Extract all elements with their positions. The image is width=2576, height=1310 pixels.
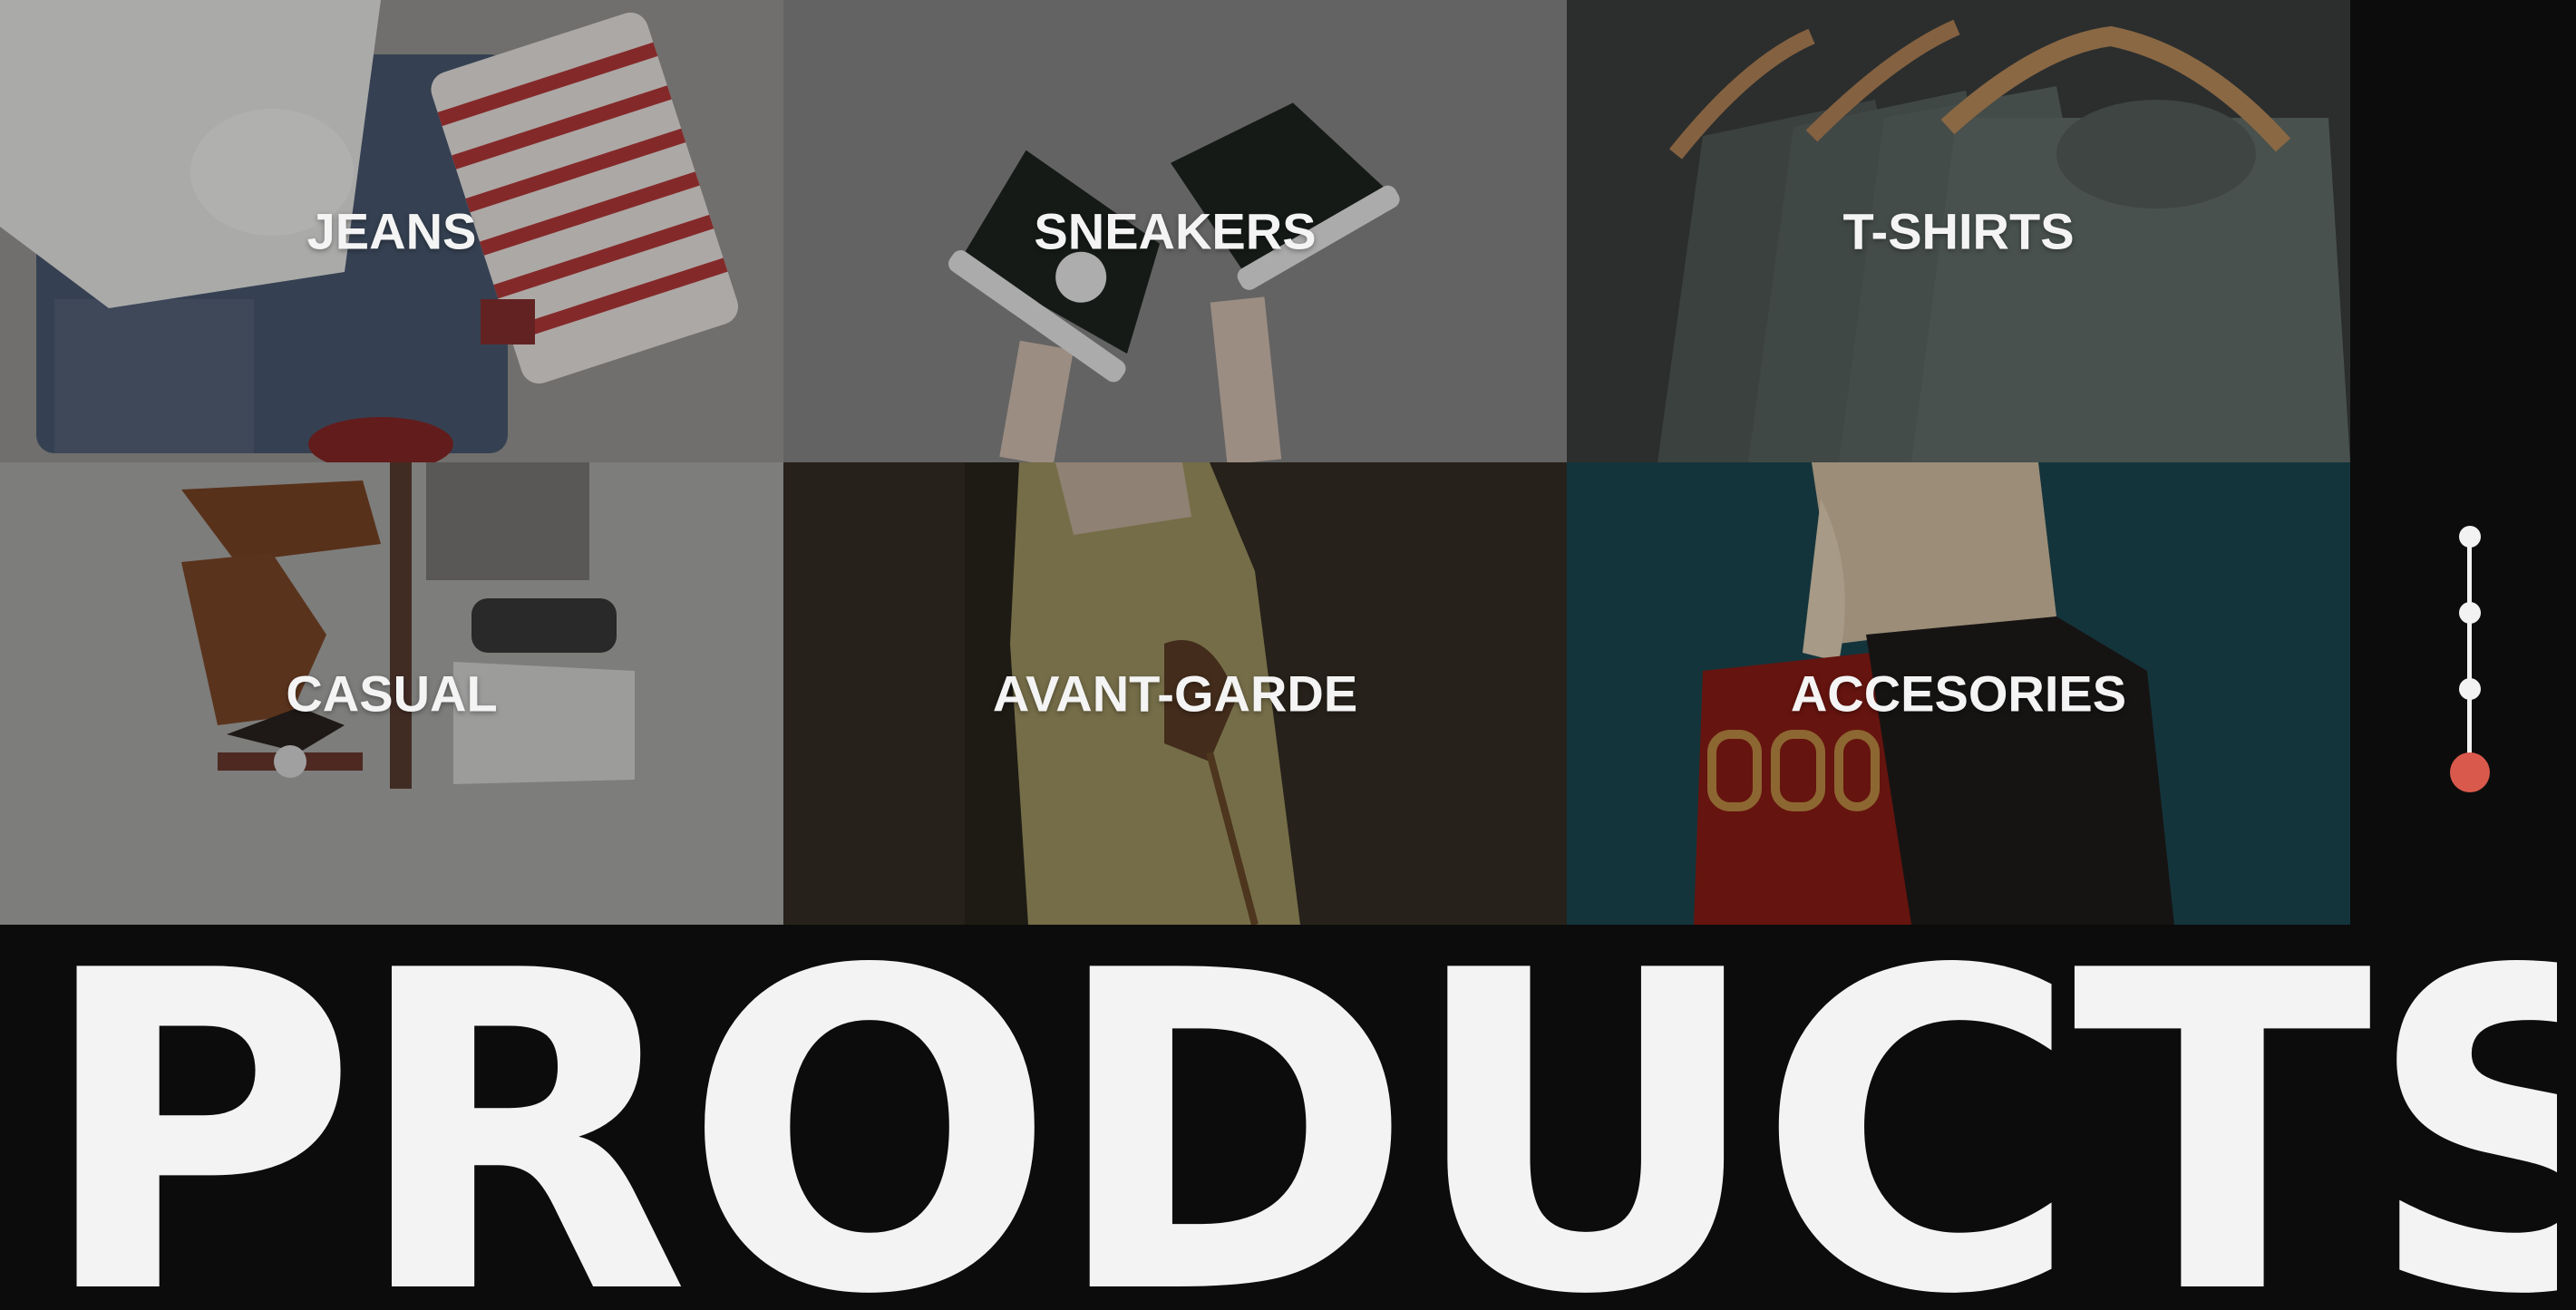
category-label-sneakers: SNEAKERS — [1034, 202, 1317, 260]
category-tile-accesories[interactable]: ACCESORIES — [1567, 462, 2350, 925]
category-label-accesories: ACCESORIES — [1790, 665, 2127, 723]
scroll-nav-track — [2467, 537, 2472, 772]
category-tile-tshirts[interactable]: T-SHIRTS — [1567, 0, 2350, 462]
category-tile-casual[interactable]: CASUAL — [0, 462, 783, 925]
scroll-nav-dot-1[interactable] — [2459, 526, 2481, 548]
category-label-tshirts: T-SHIRTS — [1842, 202, 2075, 260]
category-tile-jeans[interactable]: JEANS — [0, 0, 783, 462]
section-scroll-nav — [2448, 526, 2490, 798]
products-page: JEANS SNEAKERS T-SHIRTS CASUAL AVANT-GAR… — [0, 0, 2576, 1310]
page-title: PRODUCTS — [36, 916, 2557, 1310]
category-tile-sneakers[interactable]: SNEAKERS — [783, 0, 1567, 462]
scroll-nav-dot-3[interactable] — [2459, 678, 2481, 700]
scroll-nav-dot-4-active[interactable] — [2450, 752, 2490, 792]
category-label-avant-garde: AVANT-GARDE — [992, 665, 1358, 723]
category-label-casual: CASUAL — [286, 665, 498, 723]
category-tile-avant-garde[interactable]: AVANT-GARDE — [783, 462, 1567, 925]
scroll-nav-dot-2[interactable] — [2459, 602, 2481, 624]
category-label-jeans: JEANS — [306, 202, 477, 260]
category-grid: JEANS SNEAKERS T-SHIRTS CASUAL AVANT-GAR… — [0, 0, 2350, 925]
